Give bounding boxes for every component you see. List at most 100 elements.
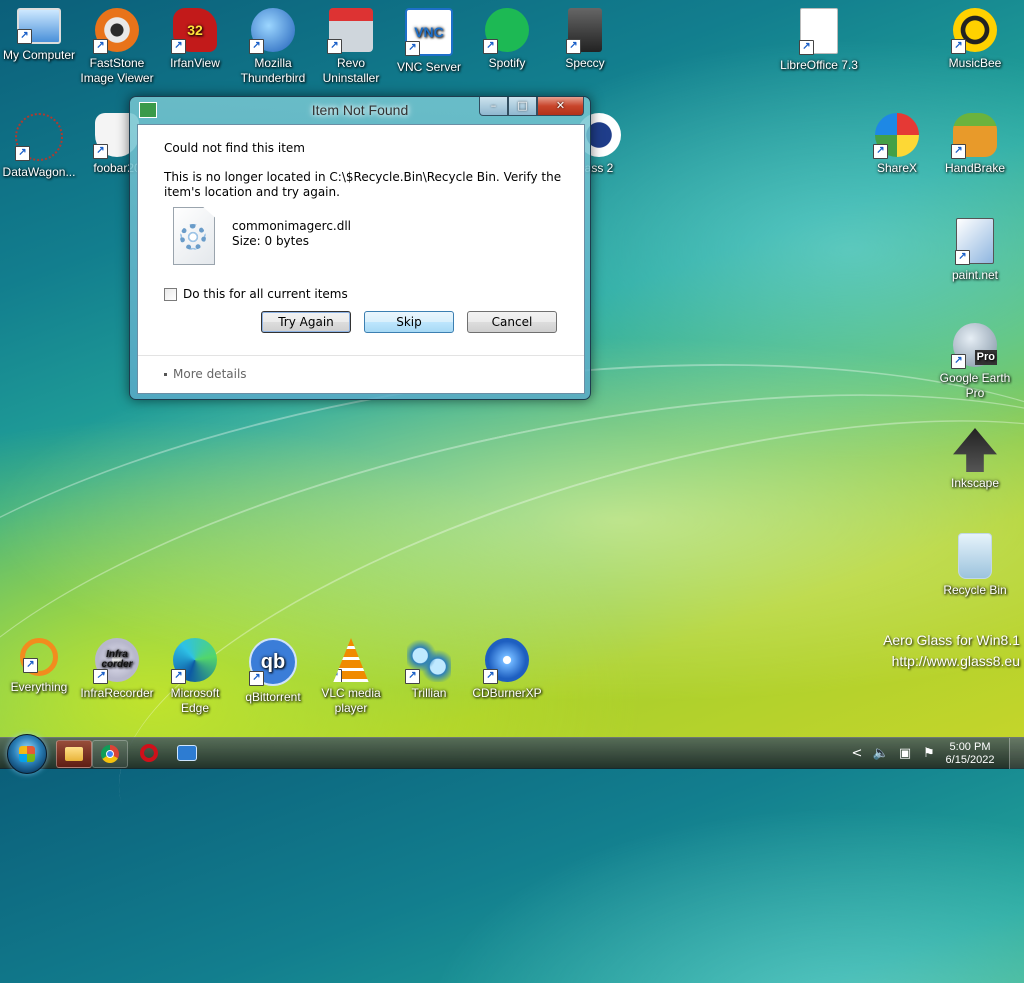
shortcut-arrow-icon: ↗	[171, 39, 186, 54]
chrome-icon	[101, 745, 119, 763]
minimize-button[interactable]: –	[479, 97, 508, 116]
taskbar-chrome[interactable]	[92, 740, 128, 768]
apply-to-all-checkbox[interactable]	[164, 287, 177, 301]
shortcut-arrow-icon: ↗	[23, 658, 38, 673]
dialog-message: This is no longer located in C:\$Recycle…	[164, 170, 562, 199]
start-button[interactable]	[7, 734, 47, 774]
taskbar-file-explorer[interactable]	[56, 740, 92, 768]
desktop-icon-irfanview[interactable]: 32 ↗ IrfanView	[156, 8, 234, 71]
desktop-icon-google-earth[interactable]: Pro ↗ Google Earth Pro	[936, 323, 1014, 401]
show-desktop-button[interactable]	[1009, 738, 1024, 769]
window-controls: – □ ✕	[479, 97, 584, 116]
desktop-icon-qbittorrent[interactable]: qb ↗ qBittorrent	[234, 638, 312, 705]
apply-to-all-label[interactable]: Do this for all current items	[183, 287, 348, 301]
desktop-icon-trillian[interactable]: ↗ Trillian	[390, 638, 468, 701]
cdburnerxp-icon: ↗	[483, 638, 529, 684]
desktop-icon-label: LibreOffice 7.3	[780, 58, 858, 72]
desktop-icon-speccy[interactable]: ↗ Speccy	[546, 8, 624, 71]
desktop-icon-thunderbird[interactable]: ↗ Mozilla Thunderbird	[234, 8, 312, 86]
folder-icon	[65, 747, 83, 761]
shortcut-arrow-icon: ↗	[17, 29, 32, 44]
desktop-icon-handbrake[interactable]: ↗ HandBrake	[936, 113, 1014, 176]
desktop-icon-everything[interactable]: ↗ Everything	[0, 638, 78, 695]
desktop-icon-label: FastStone Image Viewer	[80, 56, 154, 85]
desktop-icon-libreoffice[interactable]: ↗ LibreOffice 7.3	[780, 8, 858, 73]
desktop-icon-label: ShareX	[876, 161, 918, 175]
shortcut-arrow-icon: ↗	[405, 669, 420, 684]
desktop-icon-sharex[interactable]: ↗ ShareX	[858, 113, 936, 176]
shortcut-arrow-icon: ↗	[333, 669, 342, 682]
infrarecorder-glyph-text: Infra corder	[101, 649, 133, 670]
more-details-label[interactable]: More details	[173, 367, 247, 381]
desktop-icon-vnc[interactable]: VNC ↗ VNC Server	[390, 8, 468, 75]
try-again-button[interactable]: Try Again	[261, 311, 351, 333]
desktop-icon-cdburnerxp[interactable]: ↗ CDBurnerXP	[468, 638, 546, 701]
taskbar-opera[interactable]	[132, 740, 166, 766]
desktop-icon-inkscape[interactable]: ↗ Inkscape	[936, 428, 1014, 491]
shortcut-arrow-icon: ↗	[93, 39, 108, 54]
desktop-icon-infrarecorder[interactable]: Infra corder ↗ InfraRecorder	[78, 638, 156, 701]
desktop-icon-label: qBittorrent	[245, 690, 301, 704]
maximize-button[interactable]: □	[508, 97, 537, 116]
desktop-icon-label: Revo Uninstaller	[322, 56, 380, 85]
revo-icon: ↗	[327, 8, 373, 54]
watermark-line-2: http://www.glass8.eu	[891, 653, 1020, 669]
clock-time: 5:00 PM	[949, 740, 991, 753]
everything-icon: ↗	[20, 638, 58, 676]
desktop-icon-label: HandBrake	[944, 161, 1006, 175]
libreoffice-icon: ↗	[799, 8, 838, 55]
irfanview-badge: 32	[187, 21, 203, 38]
desktop-icon-label: Mozilla Thunderbird	[240, 56, 306, 85]
shortcut-arrow-icon: ↗	[249, 671, 264, 686]
desktop-icon-label: VNC Server	[396, 60, 461, 74]
dialog-heading: Could not find this item	[164, 141, 305, 155]
google-earth-icon: Pro ↗	[951, 323, 997, 369]
faststone-icon: ↗	[93, 8, 139, 54]
desktop-icon-label: Speccy	[565, 56, 605, 70]
musicbee-icon: ↗	[951, 8, 997, 54]
taskbar: < 🔈 ▣ ⚑ 5:00 PM 6/15/2022	[0, 734, 1024, 774]
taskbar-thunderbird[interactable]	[170, 740, 204, 766]
shortcut-arrow-icon: ↗	[483, 669, 498, 684]
desktop-icon-vlc[interactable]: ↗ VLC media player	[312, 638, 390, 716]
desktop-icon-musicbee[interactable]: ↗ MusicBee	[936, 8, 1014, 71]
desktop-icon-revo[interactable]: ↗ Revo Uninstaller	[312, 8, 390, 86]
shortcut-arrow-icon: ↗	[15, 146, 30, 161]
qbittorrent-glyph-text: qb	[260, 650, 286, 673]
more-details-toggle[interactable]: More details	[164, 367, 247, 381]
taskbar-clock[interactable]: 5:00 PM 6/15/2022	[941, 741, 999, 767]
desktop-icon-my-computer[interactable]: ↗ My Computer	[0, 8, 78, 63]
gear-icon	[180, 224, 206, 250]
close-button[interactable]: ✕	[537, 97, 584, 116]
divider	[138, 355, 584, 356]
action-center-flag-icon[interactable]: ⚑	[917, 746, 941, 761]
skip-button[interactable]: Skip	[364, 311, 454, 333]
cancel-button[interactable]: Cancel	[467, 311, 557, 333]
desktop-icon-recycle-bin[interactable]: Recycle Bin	[936, 533, 1014, 598]
network-icon[interactable]: ▣	[893, 746, 917, 761]
apply-to-all-row[interactable]: Do this for all current items	[164, 287, 348, 301]
item-not-found-dialog: Item Not Found – □ ✕ Could not find this…	[129, 96, 591, 400]
desktop-icon-spotify[interactable]: ↗ Spotify	[468, 8, 546, 71]
shortcut-arrow-icon: ↗	[953, 459, 966, 472]
desktop-icon-faststone[interactable]: ↗ FastStone Image Viewer	[78, 8, 156, 86]
shortcut-arrow-icon: ↗	[951, 39, 966, 54]
volume-muted-icon[interactable]: 🔈	[869, 746, 893, 761]
show-hidden-icons-chevron[interactable]: <	[845, 746, 869, 761]
shortcut-arrow-icon: ↗	[799, 40, 814, 55]
shortcut-arrow-icon: ↗	[327, 39, 342, 54]
shortcut-arrow-icon: ↗	[249, 39, 264, 54]
inkscape-icon: ↗	[953, 428, 997, 472]
dll-file-icon	[173, 207, 215, 265]
file-name: commonimagerc.dll	[232, 219, 352, 233]
handbrake-icon: ↗	[951, 113, 997, 159]
dialog-titlebar[interactable]: Item Not Found – □ ✕	[130, 97, 590, 123]
desktop-icon-label: Google Earth Pro	[939, 371, 1011, 400]
windows-logo-icon	[19, 746, 35, 762]
desktop-icon-edge[interactable]: ↗ Microsoft Edge	[156, 638, 234, 716]
desktop-icon-paintnet[interactable]: ↗ paint.net	[936, 218, 1014, 283]
aero-glass-watermark: Aero Glass for Win8.1 http://www.glass8.…	[868, 630, 1020, 672]
desktop-icon-datawagon[interactable]: ↗ DataWagon...	[0, 113, 78, 180]
desktop-icon-label: VLC media player	[321, 686, 381, 715]
desktop-icon-label: CDBurnerXP	[472, 686, 542, 700]
